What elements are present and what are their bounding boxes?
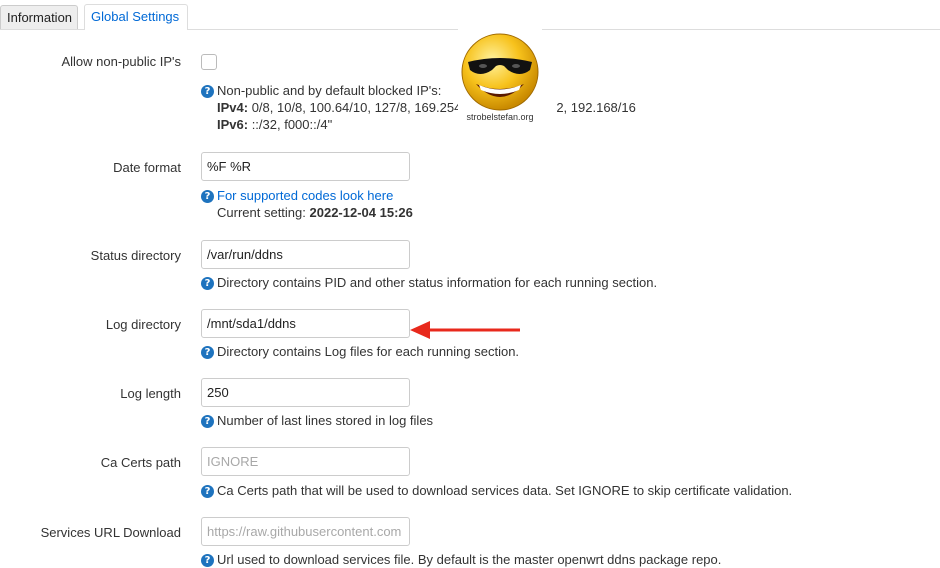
red-arrow-annotation (410, 321, 520, 339)
ca-certs-input[interactable]: IGNORE (201, 447, 410, 476)
ca-certs-label: Ca Certs path (100, 455, 181, 470)
strobelstefan-logo: strobelstefan.org (458, 28, 542, 126)
help-icon: ? (201, 485, 214, 498)
date-format-input[interactable]: %F %R (201, 152, 410, 181)
services-url-input[interactable]: https://raw.githubusercontent.com (201, 517, 410, 546)
non-public-help-text: Non-public and by default blocked IP's: (217, 83, 442, 98)
log-length-input[interactable]: 250 (201, 378, 410, 407)
status-dir-help: ? Directory contains PID and other status… (201, 274, 657, 291)
log-dir-help: ? Directory contains Log files for each r… (201, 343, 519, 360)
log-dir-label: Log directory (105, 317, 181, 332)
help-icon: ? (201, 415, 214, 428)
ipv6-value: ::/32, f000::/4" (248, 117, 333, 132)
non-public-checkbox[interactable] (201, 54, 217, 70)
non-public-help: ? Non-public and by default blocked IP's:… (201, 82, 636, 133)
status-dir-help-text: Directory contains PID and other status … (217, 275, 658, 290)
log-dir-input[interactable]: /mnt/sda1/ddns (201, 309, 410, 338)
log-dir-help-text: Directory contains Log files for each ru… (217, 344, 520, 359)
services-url-label: Services URL Download (40, 525, 181, 540)
status-dir-label: Status directory (90, 248, 181, 263)
help-icon: ? (201, 554, 214, 567)
non-public-label: Allow non-public IP's (61, 54, 181, 69)
tab-global-settings[interactable]: Global Settings (84, 4, 188, 30)
tab-bar: Information Global Settings (0, 0, 940, 30)
smiley-sunglasses-icon (461, 33, 539, 111)
services-url-help: ? Url used to download services file. By … (201, 551, 721, 568)
log-length-help: ? Number of last lines stored in log file… (201, 412, 433, 429)
ipv4-value: 0/8, 10/8, 100.64/10, 127/8, 169.254 (248, 100, 462, 115)
date-format-label: Date format (113, 160, 181, 175)
current-setting-label: Current setting: (217, 205, 310, 220)
ca-certs-help: ? Ca Certs path that will be used to down… (201, 482, 792, 499)
current-setting-value: 2022-12-04 15:26 (309, 205, 413, 220)
help-icon: ? (201, 346, 214, 359)
log-length-help-text: Number of last lines stored in log files (217, 413, 434, 428)
status-dir-input[interactable]: /var/run/ddns (201, 240, 410, 269)
ipv6-line: IPv6: ::/32, f000::/4" (201, 116, 636, 133)
help-icon: ? (201, 190, 214, 203)
services-url-help-text: Url used to download services file. By d… (217, 552, 722, 567)
log-length-label: Log length (120, 386, 181, 401)
ipv4-label: IPv4: (217, 100, 249, 115)
supported-codes-link[interactable]: For supported codes look here (217, 188, 393, 203)
ca-certs-help-text: Ca Certs path that will be used to downl… (217, 483, 793, 498)
ipv6-label: IPv6: (217, 117, 249, 132)
ipv4-value-tail: 2, 192.168/16 (556, 100, 636, 115)
help-icon: ? (201, 85, 214, 98)
ipv4-line: IPv4: 0/8, 10/8, 100.64/10, 127/8, 169.2… (201, 99, 636, 116)
current-setting-line: Current setting: 2022-12-04 15:26 (201, 204, 413, 221)
tab-information[interactable]: Information (0, 5, 78, 29)
help-icon: ? (201, 277, 214, 290)
logo-caption: strobelstefan.org (466, 112, 534, 122)
date-format-help: ? For supported codes look here Current s… (201, 187, 413, 221)
